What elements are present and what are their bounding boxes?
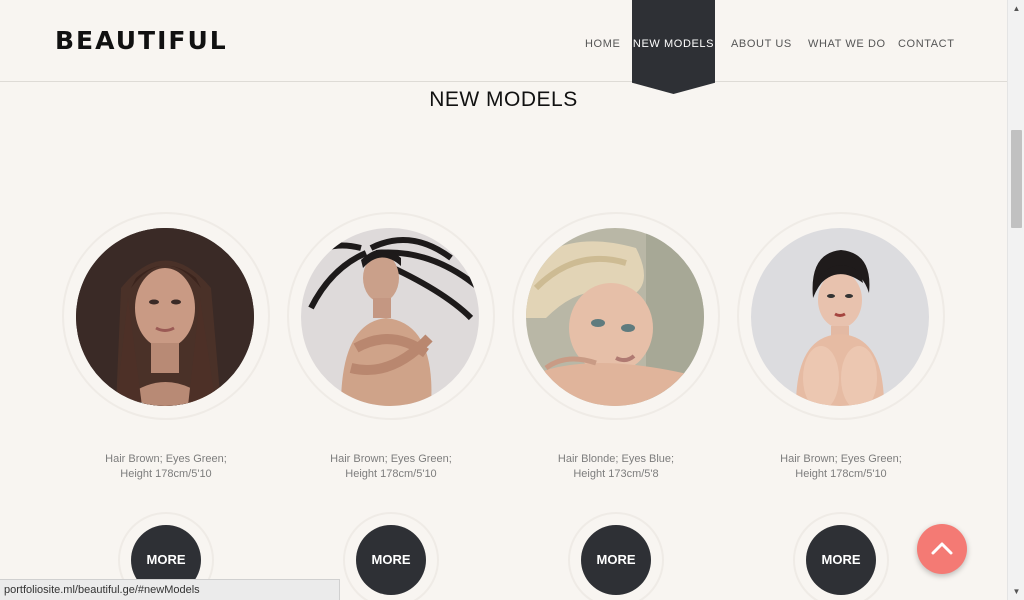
model-hair-eyes: Hair Brown; Eyes Green; — [330, 453, 452, 465]
section-title: NEW MODELS — [429, 88, 578, 111]
model-hair-eyes: Hair Blonde; Eyes Blue; — [557, 453, 675, 465]
model-description: Hair Brown; Eyes Green; Height 178cm/5'1… — [62, 452, 270, 482]
scrollbar-thumb[interactable] — [1011, 130, 1022, 228]
site-logo[interactable]: BEAUTIFUL — [55, 26, 228, 55]
model-height: Height 178cm/5'10 — [795, 468, 887, 480]
model-description: Hair Brown; Eyes Green; Height 178cm/5'1… — [737, 452, 945, 482]
model-description: Hair Blonde; Eyes Blue; Height 173cm/5'8 — [512, 452, 720, 482]
chevron-up-icon — [931, 542, 953, 555]
model-height: Height 178cm/5'10 — [120, 468, 212, 480]
scroll-up-arrow-icon[interactable]: ▲ — [1008, 0, 1024, 17]
model-hair-eyes: Hair Brown; Eyes Green; — [105, 453, 227, 465]
model-photo-image — [526, 228, 704, 406]
scroll-to-top-button[interactable] — [917, 524, 967, 574]
more-button[interactable]: MORE — [356, 525, 426, 595]
status-bar-url: portfoliosite.ml/beautiful.ge/#newModels — [0, 579, 340, 600]
nav-home[interactable]: HOME — [585, 38, 620, 50]
model-photo[interactable] — [751, 228, 929, 406]
model-height: Height 178cm/5'10 — [345, 468, 437, 480]
nav-about-us[interactable]: ABOUT US — [731, 38, 792, 50]
model-photo[interactable] — [301, 228, 479, 406]
model-hair-eyes: Hair Brown; Eyes Green; — [780, 453, 902, 465]
scroll-down-arrow-icon[interactable]: ▼ — [1008, 583, 1024, 600]
model-photo[interactable] — [76, 228, 254, 406]
model-photo-image — [76, 228, 254, 406]
model-photo[interactable] — [526, 228, 704, 406]
nav-what-we-do[interactable]: WHAT WE DO — [808, 38, 886, 50]
model-photo-image — [301, 228, 479, 406]
nav-new-models[interactable]: NEW MODELS — [632, 0, 715, 94]
more-button[interactable]: MORE — [581, 525, 651, 595]
more-button[interactable]: MORE — [806, 525, 876, 595]
model-height: Height 173cm/5'8 — [573, 468, 659, 480]
vertical-scrollbar[interactable]: ▲ ▼ — [1007, 0, 1024, 600]
model-photo-image — [751, 228, 929, 406]
nav-contact[interactable]: CONTACT — [898, 38, 955, 50]
nav-new-models-label: NEW MODELS — [632, 38, 715, 50]
model-description: Hair Brown; Eyes Green; Height 178cm/5'1… — [287, 452, 495, 482]
